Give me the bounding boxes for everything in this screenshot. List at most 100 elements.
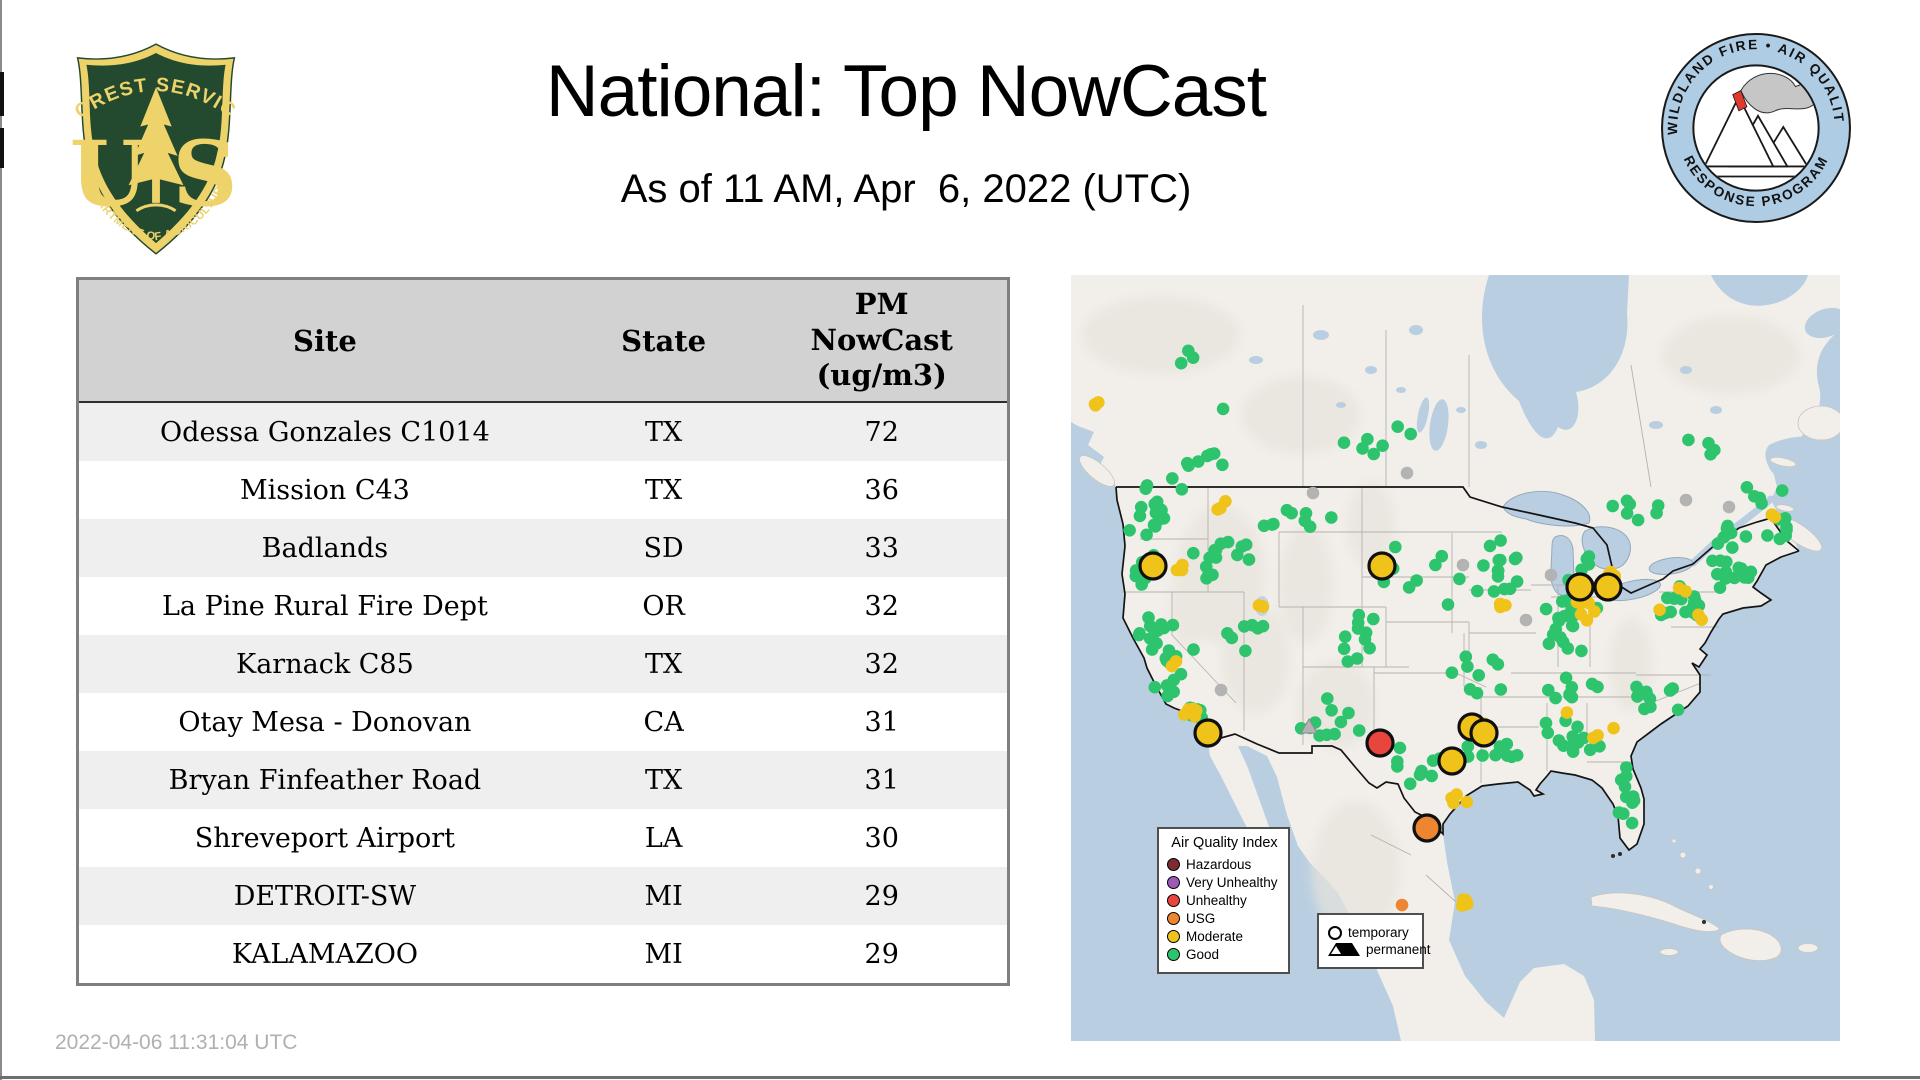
table-row: Odessa Gonzales C1014 TX 72 — [79, 403, 1007, 461]
monitor-dot-good — [1638, 702, 1651, 716]
monitor-dot-good — [1359, 626, 1373, 639]
table-row: Karnack C85 TX 32 — [79, 635, 1007, 693]
monitor-dot-good — [1216, 458, 1229, 472]
monitor-dot-good — [1123, 524, 1136, 537]
aqi-legend-label: Hazardous — [1186, 856, 1252, 872]
monitor-dot-good — [1352, 724, 1366, 737]
jamaica — [1659, 948, 1679, 956]
monitor-dot-good — [1162, 644, 1176, 657]
monitor-dot-good — [1541, 726, 1555, 740]
monitor-dot-good — [1413, 768, 1427, 782]
monitor-dot-good — [1575, 644, 1588, 658]
monitor-dot-good — [1166, 472, 1179, 485]
top-site-marker — [1367, 551, 1397, 581]
monitor-dot-moderate — [1591, 729, 1604, 742]
aqi-legend-label: Very Unhealthy — [1186, 874, 1278, 890]
monitor-dot-good — [1664, 683, 1678, 697]
monitor-dot-good — [1148, 680, 1162, 694]
small-dark-dot — [1611, 854, 1615, 858]
monitor-dot-good — [1726, 541, 1739, 554]
pm-value-cell: 72 — [864, 416, 899, 448]
monitor-dot-good — [1207, 447, 1221, 460]
site-cell: Karnack C85 — [236, 648, 414, 680]
monitor-dot-good — [1242, 553, 1256, 566]
monitor-dot-moderate — [1165, 659, 1179, 673]
monitor-dot-good — [1571, 736, 1585, 749]
aqi-legend-label: Moderate — [1186, 928, 1244, 944]
monitor-dot-good — [1425, 769, 1438, 783]
aqi-legend-label: USG — [1186, 910, 1216, 926]
generated-timestamp: 2022-04-06 11:31:04 UTC — [55, 1031, 298, 1054]
monitor-dot-good — [1186, 351, 1200, 364]
monitor-dot-good — [1404, 427, 1417, 441]
top-site-marker — [1412, 813, 1442, 843]
site-cell: DETROIT-SW — [233, 880, 417, 912]
monitor-dot-good — [1546, 628, 1560, 641]
column-header-state: State — [621, 323, 707, 358]
monitor-dot-good — [1585, 677, 1599, 691]
pm-value-cell: 30 — [864, 822, 899, 854]
monitor-dot-good — [1445, 666, 1459, 679]
monitor-dot-good — [1620, 507, 1634, 520]
pm-value-cell: 31 — [864, 764, 899, 796]
aqi-legend-title: Air Quality Index — [1171, 835, 1278, 851]
monitor-dot-moderate — [1460, 795, 1474, 809]
monitor-dot-moderate — [1089, 399, 1102, 412]
monitor-dot-good — [1337, 436, 1351, 449]
monitor-dot-good — [1461, 660, 1474, 673]
monitor-dot-good — [1187, 546, 1200, 560]
monitor-dot-good — [1494, 534, 1507, 547]
monitor-dot-usg — [1395, 898, 1409, 912]
monitor-dot-good — [1565, 619, 1579, 632]
monitor-dot-good — [1626, 790, 1640, 803]
monitor-dot-moderate — [1574, 608, 1588, 621]
site-cell: Badlands — [261, 532, 389, 564]
table-row: DETROIT-SW MI 29 — [79, 867, 1007, 925]
table-row: Mission C43 TX 36 — [79, 461, 1007, 519]
monitor-dot-good — [1775, 484, 1789, 497]
monitor-dot-good — [1476, 749, 1489, 762]
pm-value-cell: 33 — [864, 532, 899, 564]
site-cell: Otay Mesa - Donovan — [178, 706, 472, 738]
monitor-dot-good — [1671, 703, 1685, 717]
page-subtitle: As of 11 AM, Apr 6, 2022 (UTC) — [620, 167, 1192, 211]
monitor-dot-moderate — [1450, 788, 1463, 801]
aqi-legend-item: USG — [1167, 910, 1282, 926]
monitor-dot-good — [1471, 584, 1484, 598]
monitor-dot-moderate — [1211, 503, 1224, 516]
monitor-dot-good — [1714, 554, 1727, 567]
monitor-dot-good — [1350, 652, 1364, 665]
monitor-dot-good — [1561, 642, 1575, 655]
monitor-dot-good — [1391, 420, 1404, 433]
monitor-dot-good — [1617, 807, 1630, 820]
site-cell: KALAMAZOO — [231, 938, 418, 970]
monitor-dot-good — [1221, 535, 1235, 549]
monitor-dot-good — [1640, 685, 1653, 699]
site-cell: Odessa Gonzales C1014 — [160, 416, 490, 448]
monitor-dot-moderate — [1607, 721, 1620, 735]
monitor-dot-moderate — [1461, 897, 1474, 911]
monitor-dot-good — [1494, 553, 1507, 567]
monitor-dot-good — [1145, 643, 1159, 656]
monitor-dot-good — [1498, 582, 1511, 596]
monitor-dot-good — [1166, 618, 1180, 632]
monitor-dot-good — [1493, 740, 1507, 753]
site-cell: La Pine Rural Fire Dept — [161, 590, 488, 622]
monitor-dot-moderate — [1560, 706, 1574, 719]
state-cell: MI — [644, 880, 683, 912]
monitor-dot-good — [1187, 643, 1200, 656]
monitor-dot-good — [1510, 575, 1524, 588]
monitor-dot-good — [1711, 567, 1724, 581]
monitor-dot-good — [1539, 602, 1553, 616]
monitor-dot-good — [1549, 691, 1562, 705]
monitor-dot-good — [1361, 432, 1374, 446]
monitor-dot-moderate — [1494, 600, 1507, 614]
monitor-dot-good — [1487, 585, 1501, 598]
monitor-dot-good — [1779, 529, 1792, 543]
monitor-dot-moderate — [1672, 581, 1686, 595]
monitor-dot-good — [1285, 506, 1298, 520]
monitor-dot-good — [1620, 769, 1633, 783]
monitor-dot-moderate — [1695, 613, 1708, 626]
aqi-legend-label: Unhealthy — [1186, 892, 1247, 908]
aqi-legend-item: Unhealthy — [1167, 892, 1282, 908]
